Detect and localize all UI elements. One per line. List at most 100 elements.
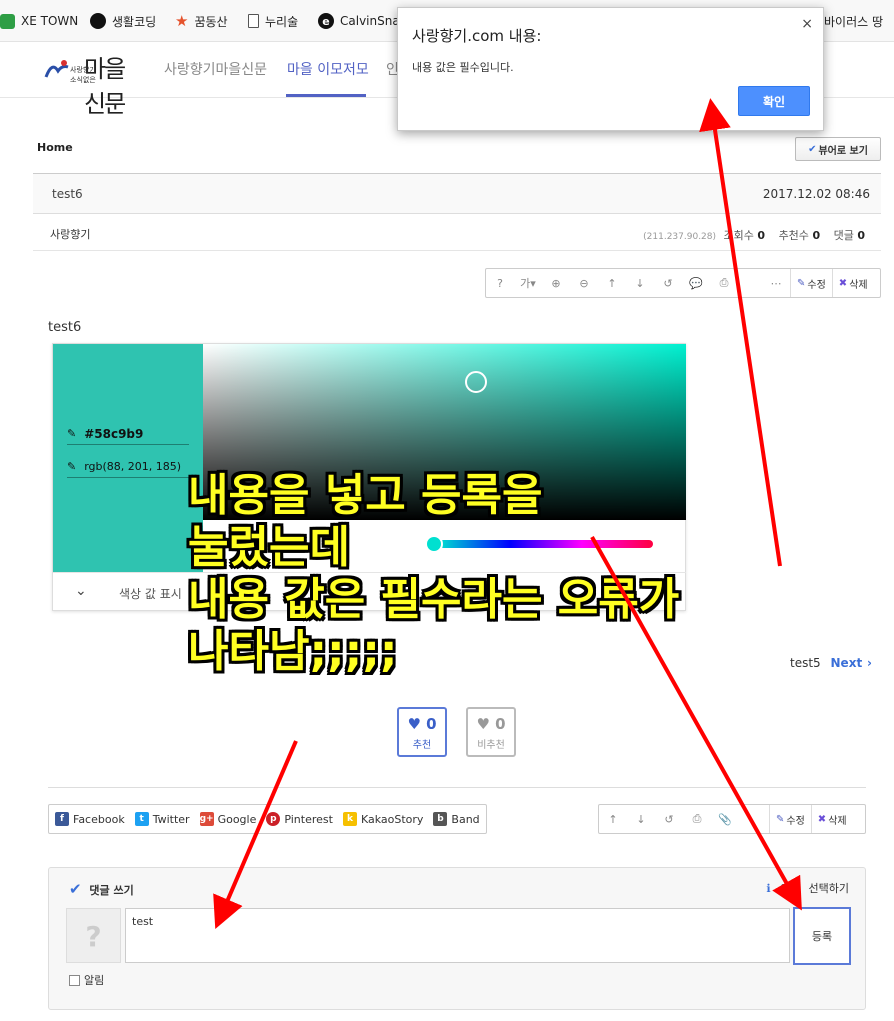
hex-value-row[interactable]: ✎ #58c9b9 (67, 423, 189, 445)
font-size-button[interactable]: 가▾ (514, 275, 542, 291)
kakaostory-icon: k (342, 812, 357, 826)
x-icon: ✖ (838, 277, 848, 289)
arrow-down-icon[interactable]: ↓ (626, 277, 654, 290)
recommend-label: 추천수 (778, 229, 809, 242)
nav-item-newspaper[interactable]: 사랑향기마을신문 (164, 59, 267, 79)
views-count: 0 (757, 229, 766, 242)
bookmark-nurisul[interactable]: 누리술 (248, 12, 298, 30)
xe-icon (0, 13, 15, 29)
zoom-out-icon[interactable]: ⊖ (570, 277, 598, 290)
site-logo[interactable]: 마을신문 사랑향기 소식없은 (44, 51, 144, 118)
share-twitter[interactable]: t Twitter (134, 812, 190, 826)
annotation-line: 나타남;;;;; (188, 626, 398, 677)
recommend-count: 0 (812, 229, 821, 242)
bookmark-label: 꿈동산 (194, 14, 228, 29)
arrow-down-icon[interactable]: ↓ (627, 813, 655, 826)
recommend-button[interactable]: ♥ 0 추천 (397, 707, 447, 757)
post-toolbar: ? 가▾ ⊕ ⊖ ↑ ↓ ↺ 💬 ⎙ ⋯ ✎ 수정 ✖ 삭제 (485, 268, 881, 298)
saturation-cursor[interactable] (465, 371, 487, 393)
print-icon[interactable]: ⎙ (710, 276, 738, 290)
comment-options-prefix: 0 (780, 882, 788, 895)
comments-label: 댓글 (833, 229, 854, 242)
pencil-icon: ✎ (67, 460, 77, 473)
bookmark-calvinsnax[interactable]: e CalvinSnax (318, 12, 407, 30)
not-recommend-button[interactable]: ♥ 0 비추천 (466, 707, 516, 757)
post-author[interactable]: 사랑향기 (50, 226, 90, 242)
annotation-line: 눌렀는데 (188, 522, 350, 573)
breadcrumb-home[interactable]: Home (37, 141, 73, 154)
checkbox-icon[interactable] (69, 974, 80, 986)
rgb-value-row[interactable]: ✎ rgb(88, 201, 185) (67, 456, 189, 478)
notify-checkbox[interactable]: 알림 (69, 972, 104, 988)
delete-button[interactable]: ✖ 삭제 (810, 805, 853, 833)
heart-icon: ♥ (407, 715, 421, 733)
comment-heading-label: 댓글 쓰기 (89, 884, 134, 897)
edit-label: 수정 (807, 279, 826, 291)
bookmark-xe-town[interactable]: XE TOWN (0, 12, 78, 30)
history-icon[interactable]: ↺ (654, 277, 682, 290)
bookmark-label: XE TOWN (21, 14, 79, 28)
help-icon[interactable]: ? (486, 277, 514, 290)
post-stats: (211.237.90.28) 조회수 0 추천수 0 댓글 0 (643, 227, 865, 243)
logo-mark-icon (44, 60, 69, 78)
ok-button[interactable]: 확인 (738, 86, 810, 116)
bookmark-virus[interactable]: 바이러스 땅 (824, 12, 883, 30)
viewer-button-label: 뷰어로 보기 (818, 145, 868, 157)
nav-item-village[interactable]: 마을 이모저모 (287, 59, 369, 79)
submit-comment-button[interactable]: 등록 (793, 907, 851, 965)
paperclip-icon[interactable]: 📎 (711, 813, 739, 826)
zoom-in-icon[interactable]: ⊕ (542, 277, 570, 290)
chevron-down-icon[interactable]: ⌄ (75, 583, 87, 599)
share-pinterest[interactable]: p Pinterest (266, 812, 333, 826)
close-icon[interactable]: × (801, 16, 813, 32)
share-facebook[interactable]: f Facebook (55, 812, 125, 826)
info-icon: ℹ (766, 882, 771, 895)
picker-footer-label: 색상 값 표시 (119, 587, 182, 601)
comments-count: 0 (857, 229, 865, 242)
share-band[interactable]: b Band (433, 812, 480, 826)
share-google[interactable]: g+ Google (199, 812, 256, 826)
annotation-line: 내용을 넣고 등록을 (188, 470, 543, 521)
annotation-text: 내용을 넣고 등록을 눌렀는데 내용 값은 필수라는 오류가 나타남;;;;; (188, 470, 888, 678)
arrow-up-icon[interactable]: ↑ (599, 813, 627, 826)
avatar: ? (66, 908, 121, 963)
print-icon[interactable]: ⎙ (683, 812, 711, 826)
bookmark-label: 바이러스 땅 (824, 14, 884, 29)
history-icon[interactable]: ↺ (655, 813, 683, 826)
comment-icon[interactable]: 💬 (682, 277, 710, 290)
google-icon: g+ (199, 812, 214, 826)
edit-button[interactable]: ✎ 수정 (790, 269, 832, 297)
edit-button[interactable]: ✎ 수정 (769, 805, 811, 833)
post-meta: 사랑향기 (211.237.90.28) 조회수 0 추천수 0 댓글 0 (33, 214, 881, 251)
alert-dialog: 사랑향기.com 내용: × 내용 값은 필수입니다. 확인 (397, 7, 824, 131)
viewer-button[interactable]: ✔ 뷰어로 보기 (795, 137, 881, 161)
comment-options[interactable]: ℹ 0 선택하기 (766, 880, 849, 896)
comment-input[interactable]: test (125, 908, 790, 963)
bookmark-coding[interactable]: 생활코딩 (90, 12, 156, 30)
more-icon[interactable]: ⋯ (762, 277, 790, 290)
annotation-line: 내용 값은 필수라는 오류가 (188, 574, 680, 625)
twitter-icon: t (134, 812, 149, 826)
heart-icon: ♥ (476, 715, 490, 733)
notify-label: 알림 (84, 974, 105, 987)
delete-button[interactable]: ✖ 삭제 (831, 269, 874, 297)
rgb-value: rgb(88, 201, 185) (84, 460, 182, 473)
author-ip: (211.237.90.28) (643, 232, 717, 242)
circle-icon (90, 13, 106, 29)
e-icon: e (318, 13, 334, 29)
logo-subtitle: 사랑향기 (70, 66, 96, 74)
color-swatch: ✎ #58c9b9 ✎ rgb(88, 201, 185) (53, 344, 203, 572)
document-icon (248, 14, 259, 28)
star-icon: ★ (175, 12, 189, 30)
share-label: KakaoStory (360, 812, 424, 826)
share-kakaostory[interactable]: k KakaoStory (342, 812, 424, 826)
bookmark-dream[interactable]: ★ 꿈동산 (175, 12, 228, 30)
pencil-icon: ✎ (776, 813, 785, 825)
post-title-bar: test6 2017.12.02 08:46 (33, 173, 881, 214)
pinterest-icon: p (266, 812, 281, 826)
not-recommend-count: 0 (495, 715, 506, 733)
arrow-up-icon[interactable]: ↑ (598, 277, 626, 290)
delete-label: 삭제 (849, 279, 868, 291)
share-bar: f Facebook t Twitter g+ Google p Pinterest k… (48, 804, 487, 834)
recommend-count: 0 (426, 715, 437, 733)
